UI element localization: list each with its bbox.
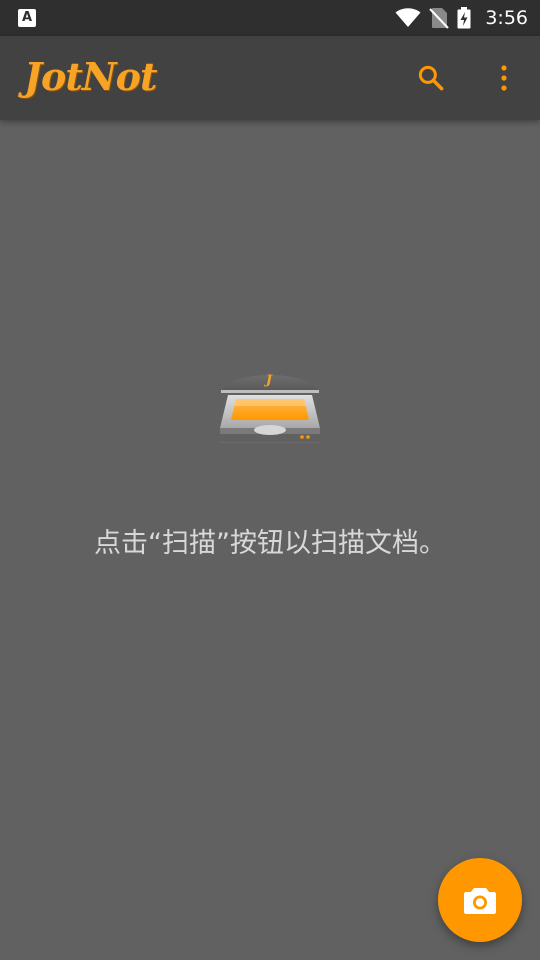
status-bar: A 3:56 [0,0,540,36]
more-vert-icon [501,65,507,91]
scanner-icon: J [220,373,320,443]
search-button[interactable] [409,56,453,100]
app-bar: JotNot [0,36,540,120]
app-logo: JotNot [24,54,158,99]
more-options-button[interactable] [482,56,526,100]
status-icons: 3:56 [395,0,528,36]
battery-charging-icon [457,7,471,29]
no-sim-icon [429,8,450,29]
scan-camera-button[interactable] [438,858,522,942]
status-time: 3:56 [485,7,528,29]
a-notification-icon: A [18,9,36,27]
empty-state-message: 点击“扫描”按钮以扫描文档。 [94,528,446,559]
camera-icon [464,888,496,914]
search-icon [418,65,444,91]
wifi-icon [395,8,421,27]
screen: A 3:56 JotNot J 点击“扫描”按钮以扫描文档。 [0,0,540,960]
